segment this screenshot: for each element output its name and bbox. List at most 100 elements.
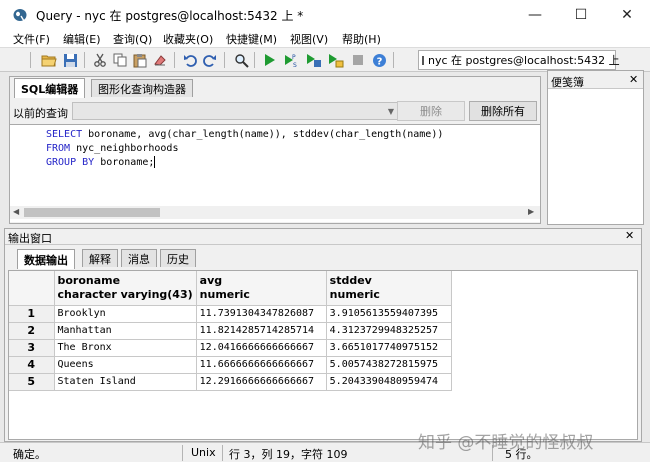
pgadmin-elephant-icon — [13, 9, 27, 22]
menu-edit[interactable]: 编辑(E) — [63, 31, 101, 47]
chevron-down-icon: ▼ — [387, 107, 394, 116]
table-row[interactable]: 1 Brooklyn 11.7391304347826087 3.9105613… — [9, 305, 452, 323]
delete-button[interactable]: 删除 — [397, 101, 465, 121]
cut-icon[interactable] — [91, 51, 109, 69]
menu-view[interactable]: 视图(V) — [290, 31, 328, 47]
output-panel-header: 输出窗口 ✕ — [5, 229, 641, 245]
table-cell[interactable]: 3.9105613559407395 — [326, 305, 452, 323]
previous-queries-row: 以前的查询 ▼ 删除 删除所有 — [10, 99, 540, 123]
tab-explain[interactable]: 解释 — [82, 249, 118, 267]
row-number[interactable]: 1 — [9, 305, 55, 323]
grid-corner[interactable] — [9, 271, 55, 306]
menu-macros[interactable]: 快捷键(M) — [226, 31, 277, 47]
execute-to-file-icon[interactable] — [305, 51, 323, 69]
tab-history[interactable]: 历史 — [160, 249, 196, 267]
close-scratch-pad-icon[interactable]: ✕ — [629, 73, 638, 86]
row-number[interactable]: 2 — [9, 322, 55, 340]
connection-status-box — [422, 55, 424, 65]
execute-query-icon[interactable] — [261, 51, 279, 69]
delete-all-button[interactable]: 删除所有 — [469, 101, 537, 121]
execute-pgscript-icon[interactable]: PS — [283, 51, 301, 69]
toolbar-separator — [84, 52, 85, 68]
status-cursor-position: 行 3，列 19，字符 109 — [229, 448, 348, 461]
sql-text: boroname, avg(char_length(name)), stddev… — [82, 129, 444, 140]
sql-keyword: SELECT — [46, 129, 83, 140]
table-cell[interactable]: The Bronx — [54, 339, 197, 357]
menu-query[interactable]: 查询(Q) — [113, 31, 152, 47]
table-cell[interactable]: 5.0057438272815975 — [326, 356, 452, 374]
table-cell[interactable]: 11.8214285714285714 — [196, 322, 327, 340]
tab-messages[interactable]: 消息 — [121, 249, 157, 267]
column-name: stddev — [329, 273, 372, 287]
connection-select[interactable]: nyc 在 postgres@localhost:5432 上 — [418, 50, 620, 70]
table-cell[interactable]: 3.6651017740975152 — [326, 339, 452, 357]
table-cell[interactable]: 12.0416666666666667 — [196, 339, 327, 357]
scrollbar-thumb[interactable] — [24, 208, 160, 217]
tab-sql-editor[interactable]: SQL编辑器 — [14, 78, 86, 98]
toolbar-separator — [174, 52, 175, 68]
close-window-button[interactable]: ✕ — [604, 0, 650, 30]
table-cell[interactable]: Manhattan — [54, 322, 197, 340]
previous-queries-label: 以前的查询 — [13, 107, 68, 120]
find-icon[interactable] — [232, 51, 250, 69]
watermark-text: 知乎 @不睡觉的怪叔叔 — [418, 433, 594, 453]
row-number[interactable]: 4 — [9, 356, 55, 374]
table-header-row: boroname character varying(43) avg numeric… — [9, 271, 452, 306]
column-header[interactable]: stddev numeric — [326, 271, 452, 306]
minimize-button[interactable]: — — [512, 0, 558, 30]
table-row[interactable]: 5 Staten Island 12.2916666666666667 5.20… — [9, 373, 452, 391]
table-cell[interactable]: Staten Island — [54, 373, 197, 391]
open-file-icon[interactable] — [40, 51, 58, 69]
table-row[interactable]: 3 The Bronx 12.0416666666666667 3.665101… — [9, 339, 452, 357]
table-cell[interactable]: Queens — [54, 356, 197, 374]
table-cell[interactable]: 11.6666666666666667 — [196, 356, 327, 374]
output-panel-title: 输出窗口 — [8, 232, 52, 245]
scroll-left-icon[interactable]: ◀ — [13, 207, 19, 216]
sql-editor-panel: SQL编辑器 图形化查询构造器 以前的查询 ▼ 删除 删除所有 SELECT b… — [9, 76, 541, 224]
sql-line: SELECT boroname, avg(char_length(name)),… — [46, 128, 443, 141]
svg-text:P: P — [292, 54, 296, 61]
save-file-icon[interactable] — [61, 51, 79, 69]
window-title: Query - nyc 在 postgres@localhost:5432 上 … — [36, 9, 304, 23]
copy-icon[interactable] — [111, 51, 129, 69]
results-grid[interactable]: boroname character varying(43) avg numeric… — [8, 270, 638, 440]
paste-icon[interactable] — [131, 51, 149, 69]
tab-graphical-query-builder[interactable]: 图形化查询构造器 — [91, 79, 193, 97]
clear-icon[interactable] — [151, 51, 169, 69]
row-number[interactable]: 3 — [9, 339, 55, 357]
column-name: avg — [199, 273, 223, 287]
sql-line: FROM nyc_neighborhoods — [46, 142, 178, 155]
column-header[interactable]: avg numeric — [196, 271, 327, 306]
scroll-right-icon[interactable]: ▶ — [528, 207, 534, 216]
cancel-query-icon[interactable] — [349, 51, 367, 69]
column-type: numeric — [199, 287, 250, 301]
editor-tabs: SQL编辑器 图形化查询构造器 — [10, 77, 540, 98]
menu-file[interactable]: 文件(F) — [13, 31, 50, 47]
menu-favourites[interactable]: 收藏夹(O) — [163, 31, 213, 47]
svg-text:S: S — [293, 62, 297, 68]
close-output-icon[interactable]: ✕ — [625, 229, 634, 242]
table-cell[interactable]: 12.2916666666666667 — [196, 373, 327, 391]
previous-queries-dropdown[interactable]: ▼ — [72, 102, 398, 120]
table-cell[interactable]: 11.7391304347826087 — [196, 305, 327, 323]
status-line-ending: Unix — [191, 446, 216, 459]
menu-help[interactable]: 帮助(H) — [342, 31, 381, 47]
explain-query-icon[interactable] — [327, 51, 345, 69]
help-icon[interactable]: ? — [370, 51, 388, 69]
table-row[interactable]: 4 Queens 11.6666666666666667 5.005743827… — [9, 356, 452, 374]
column-header[interactable]: boroname character varying(43) — [54, 271, 197, 306]
table-cell[interactable]: 4.3123729948325257 — [326, 322, 452, 340]
table-cell[interactable]: 5.2043390480959474 — [326, 373, 452, 391]
status-separator — [182, 445, 183, 461]
undo-icon[interactable] — [181, 51, 199, 69]
maximize-button[interactable]: ☐ — [558, 0, 604, 30]
tab-data-output[interactable]: 数据输出 — [17, 249, 75, 269]
table-row[interactable]: 2 Manhattan 11.8214285714285714 4.312372… — [9, 322, 452, 340]
table-cell[interactable]: Brooklyn — [54, 305, 197, 323]
horizontal-scrollbar[interactable]: ◀ ▶ — [10, 206, 540, 219]
text-caret — [154, 156, 156, 168]
svg-text:?: ? — [376, 56, 382, 67]
redo-icon[interactable] — [201, 51, 219, 69]
row-number[interactable]: 5 — [9, 373, 55, 391]
sql-text-area[interactable]: SELECT boroname, avg(char_length(name)),… — [10, 124, 540, 222]
